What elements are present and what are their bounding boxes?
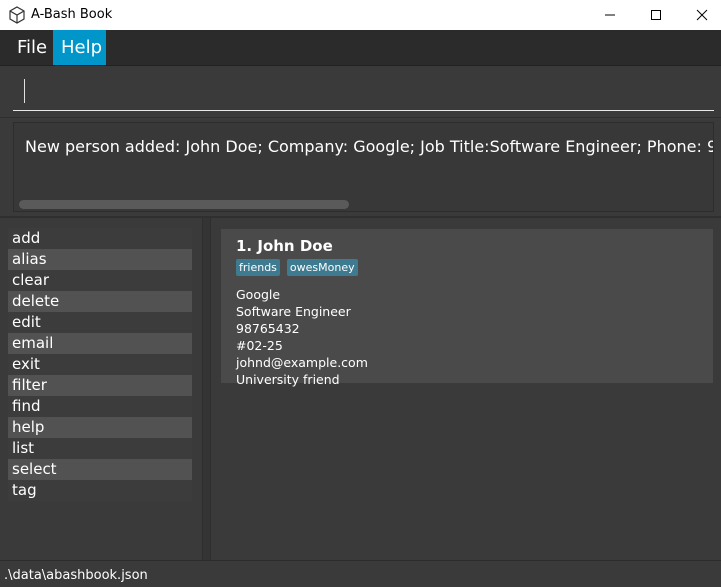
menu-help[interactable]: Help: [53, 30, 106, 65]
list-item[interactable]: add: [8, 228, 192, 249]
list-item[interactable]: list: [8, 438, 192, 459]
list-item[interactable]: clear: [8, 270, 192, 291]
result-message: New person added: John Doe; Company: Goo…: [25, 137, 714, 156]
person-name: 1. John Doe: [236, 237, 333, 255]
list-item[interactable]: delete: [8, 291, 192, 312]
list-item[interactable]: help: [8, 417, 192, 438]
minimize-icon: [605, 14, 615, 16]
person-address: #02-25: [236, 338, 283, 353]
minimize-button[interactable]: [587, 0, 633, 30]
person-phone: 98765432: [236, 321, 300, 336]
tag-badge: owesMoney: [286, 259, 358, 276]
close-icon: [696, 9, 708, 21]
list-item[interactable]: find: [8, 396, 192, 417]
maximize-button[interactable]: [633, 0, 679, 30]
list-item[interactable]: select: [8, 459, 192, 480]
status-bar: .\data\abashbook.json: [0, 560, 721, 587]
command-list-pane: add alias clear delete edit email exit f…: [0, 218, 202, 560]
command-list: add alias clear delete edit email exit f…: [8, 228, 192, 501]
list-item[interactable]: exit: [8, 354, 192, 375]
person-company: Google: [236, 287, 281, 302]
person-card[interactable]: 1. John Doe friends owesMoney Google Sof…: [221, 229, 713, 387]
menu-bar: File Help: [0, 30, 721, 66]
split-pane-divider[interactable]: [202, 218, 211, 560]
tag-badge: friends: [236, 259, 280, 276]
command-input[interactable]: [13, 74, 714, 111]
person-job-title: Software Engineer: [236, 304, 351, 319]
save-location: .\data\abashbook.json: [4, 568, 148, 583]
maximize-icon: [651, 10, 661, 20]
window-title: A-Bash Book: [31, 7, 113, 22]
title-bar: A-Bash Book: [0, 0, 721, 30]
menu-file[interactable]: File: [9, 30, 53, 65]
list-item[interactable]: alias: [8, 249, 192, 270]
text-caret: [24, 79, 25, 103]
person-email: johnd@example.com: [236, 355, 368, 370]
result-pane: New person added: John Doe; Company: Goo…: [0, 119, 721, 216]
list-item[interactable]: tag: [8, 480, 192, 501]
close-button[interactable]: [679, 0, 721, 30]
person-remark: University friend: [236, 372, 340, 387]
horizontal-scrollbar[interactable]: [19, 200, 349, 209]
command-pane: [0, 66, 721, 118]
list-item[interactable]: edit: [8, 312, 192, 333]
result-display[interactable]: New person added: John Doe; Company: Goo…: [13, 122, 714, 212]
person-list-pane: 1. John Doe friends owesMoney Google Sof…: [211, 218, 721, 560]
list-item[interactable]: filter: [8, 375, 192, 396]
tag-list: friends owesMoney: [236, 259, 358, 276]
list-item[interactable]: email: [8, 333, 192, 354]
cube-app-icon: [9, 6, 25, 24]
